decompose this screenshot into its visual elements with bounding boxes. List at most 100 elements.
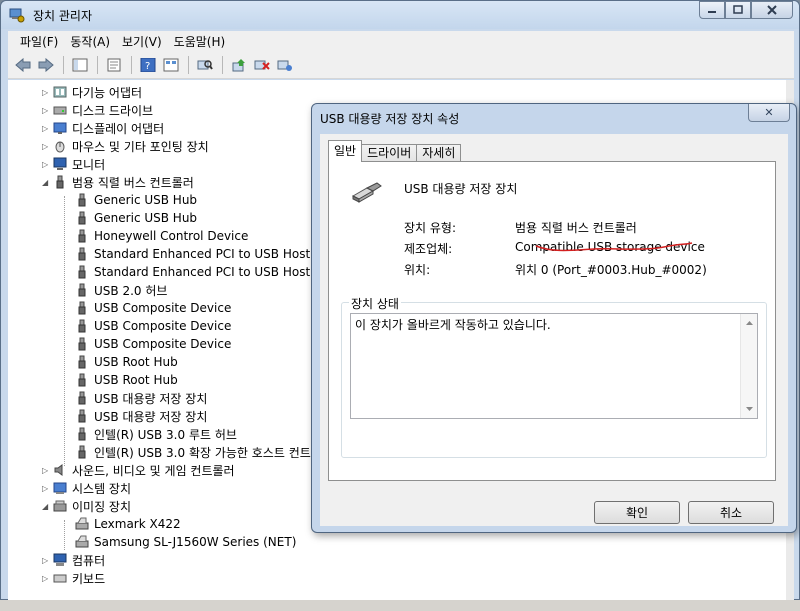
computer-icon (52, 553, 68, 567)
tab-panel-general: USB 대용량 저장 장치 장치 유형: 범용 직렬 버스 컨트롤러 제조업체:… (328, 161, 776, 481)
expand-icon[interactable]: ▷ (42, 466, 52, 475)
update-driver-button[interactable] (228, 54, 250, 76)
help-button[interactable]: ? (137, 54, 159, 76)
expand-icon[interactable]: ▷ (42, 574, 52, 583)
minimize-button[interactable] (699, 1, 725, 19)
tree-device-usb[interactable]: 인텔(R) USB 3.0 루트 허브 (74, 425, 237, 443)
tree-device-usb[interactable]: Generic USB Hub (74, 209, 197, 227)
tree-device-usb[interactable]: USB Root Hub (74, 371, 178, 389)
tree-label: Standard Enhanced PCI to USB Host Cor (94, 247, 335, 261)
status-textbox[interactable]: 이 장치가 올바르게 작동하고 있습니다. (350, 313, 758, 419)
display-adapter-icon (52, 121, 68, 135)
tree-device-usb[interactable]: USB Root Hub (74, 353, 178, 371)
minimize-icon (708, 11, 716, 13)
scan-hardware-icon (197, 59, 213, 70)
close-icon: ✕ (764, 106, 774, 119)
expand-icon[interactable]: ▷ (42, 484, 52, 493)
status-scrollbar[interactable] (740, 314, 757, 418)
show-hide-tree-button[interactable] (69, 54, 91, 76)
ok-button[interactable]: 확인 (594, 501, 680, 524)
title-bar[interactable]: 장치 관리자 (1, 1, 799, 29)
usb-device-icon (74, 301, 90, 315)
tree-label: 다기능 어댑터 (72, 85, 143, 100)
tree-category-keyboard[interactable]: ▷ 키보드 (42, 569, 105, 587)
back-button[interactable] (12, 54, 34, 76)
uninstall-button[interactable] (251, 54, 273, 76)
prop-value-type: 범용 직렬 버스 컨트롤러 (515, 221, 637, 235)
disable-device-button[interactable] (274, 54, 296, 76)
tree-device-usb[interactable]: USB 대용량 저장 장치 (74, 389, 207, 407)
properties-dialog: USB 대용량 저장 장치 속성 ✕ 일반 드라이버 자세히 USB 대용량 저… (311, 103, 797, 533)
show-hide-tree-icon (72, 58, 88, 71)
disk-drive-icon (52, 103, 68, 117)
tree-device-usb[interactable]: USB 대용량 저장 장치 (74, 407, 207, 425)
menu-view[interactable]: 보기(V) (116, 33, 168, 50)
usb-device-icon (74, 373, 90, 387)
close-button[interactable] (751, 1, 793, 19)
prop-value-location: 위치 0 (Port_#0003.Hub_#0002) (515, 263, 707, 277)
tree-device-usb[interactable]: USB Composite Device (74, 317, 231, 335)
tree-label: USB 대용량 저장 장치 (94, 409, 208, 424)
menu-help[interactable]: 도움말(H) (168, 33, 232, 50)
tree-device-usb[interactable]: 인텔(R) USB 3.0 확장 가능한 호스트 컨트 (74, 443, 311, 461)
tab-driver[interactable]: 드라이버 (361, 144, 418, 162)
dialog-close-button[interactable]: ✕ (748, 104, 790, 122)
tree-category-mouse[interactable]: ▷ 마우스 및 기타 포인팅 장치 (42, 137, 209, 155)
tab-details[interactable]: 자세히 (416, 144, 462, 162)
expand-icon[interactable]: ▷ (42, 160, 52, 169)
tree-category-multifunction[interactable]: ▷ 다기능 어댑터 (42, 83, 142, 101)
usb-device-icon (74, 319, 90, 333)
tree-device-usb[interactable]: USB Composite Device (74, 335, 231, 353)
tree-device-usb[interactable]: Generic USB Hub (74, 191, 197, 209)
maximize-button[interactable] (725, 1, 751, 19)
tree-label: Standard Enhanced PCI to USB Host Cor (94, 265, 335, 279)
tree-device-usb[interactable]: Honeywell Control Device (74, 227, 248, 245)
tree-category-monitor[interactable]: ▷ 모니터 (42, 155, 105, 173)
tree-label: 인텔(R) USB 3.0 확장 가능한 호스트 컨트 (94, 445, 311, 460)
status-text: 이 장치가 올바르게 작동하고 있습니다. (355, 318, 551, 332)
tree-category-computer[interactable]: ▷ 컴퓨터 (42, 551, 105, 569)
tree-device-lexmark[interactable]: Lexmark X422 (74, 515, 181, 533)
device-manager-icon (9, 8, 25, 23)
dialog-title: USB 대용량 저장 장치 속성 (320, 112, 460, 126)
tree-device-usb[interactable]: Standard Enhanced PCI to USB Host Cor (74, 245, 335, 263)
menu-action[interactable]: 동작(A) (64, 33, 116, 50)
collapse-icon[interactable]: ◢ (42, 502, 52, 511)
svg-text:?: ? (145, 61, 150, 72)
tree-device-samsung[interactable]: Samsung SL-J1560W Series (NET) (74, 533, 296, 551)
forward-button[interactable] (35, 54, 57, 76)
usb-device-icon (74, 247, 90, 261)
expand-icon[interactable]: ▷ (42, 556, 52, 565)
tree-device-usb[interactable]: Standard Enhanced PCI to USB Host Cor (74, 263, 335, 281)
tab-general[interactable]: 일반 (328, 140, 363, 162)
tree-category-sound[interactable]: ▷ 사운드, 비디오 및 게임 컨트롤러 (42, 461, 235, 479)
tree-category-disk[interactable]: ▷ 디스크 드라이브 (42, 101, 153, 119)
scan-hardware-button[interactable] (194, 54, 216, 76)
cancel-button[interactable]: 취소 (688, 501, 774, 524)
properties-button[interactable] (103, 54, 125, 76)
menu-file[interactable]: 파일(F) (14, 33, 64, 50)
usb-device-icon (74, 193, 90, 207)
view-button[interactable] (160, 54, 182, 76)
expand-icon[interactable]: ▷ (42, 142, 52, 151)
expand-icon[interactable]: ▷ (42, 124, 52, 133)
tree-category-usb[interactable]: ◢ 범용 직렬 버스 컨트롤러 (42, 173, 194, 191)
tree-category-imaging[interactable]: ◢ 이미징 장치 (42, 497, 131, 515)
tree-label: Generic USB Hub (94, 211, 198, 225)
expand-icon[interactable]: ▷ (42, 88, 52, 97)
expand-icon[interactable]: ▷ (42, 106, 52, 115)
tree-device-usb[interactable]: USB Composite Device (74, 299, 231, 317)
properties-icon (107, 58, 121, 71)
scanner-icon (74, 535, 90, 549)
tree-category-system[interactable]: ▷ 시스템 장치 (42, 479, 131, 497)
toolbar-separator (188, 55, 189, 74)
tree-label: 마우스 및 기타 포인팅 장치 (72, 139, 209, 154)
tree-category-display[interactable]: ▷ 디스플레이 어댑터 (42, 119, 164, 137)
maximize-icon (733, 5, 743, 14)
collapse-icon[interactable]: ◢ (42, 178, 52, 187)
tree-label: USB Composite Device (94, 301, 232, 315)
red-annotation-underline (535, 242, 693, 252)
forward-icon (38, 57, 54, 72)
usb-device-icon (74, 229, 90, 243)
tree-device-usb[interactable]: USB 2.0 허브 (74, 281, 167, 299)
